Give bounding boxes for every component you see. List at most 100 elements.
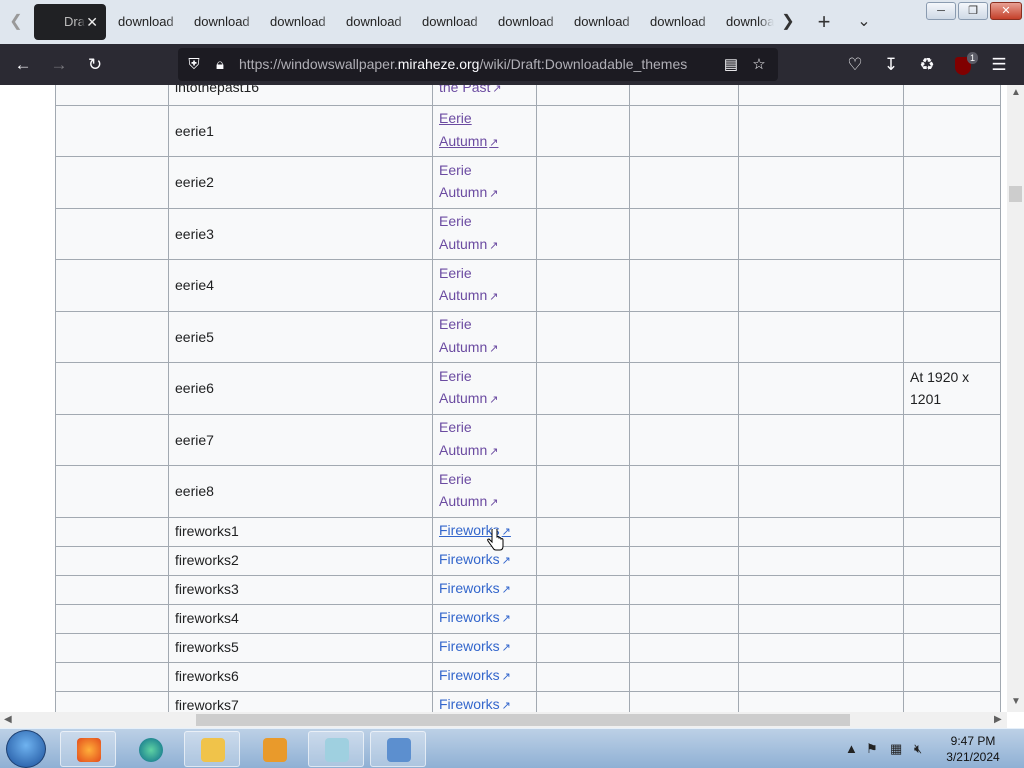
tab-background[interactable]: download [340,4,416,40]
note-cell [903,413,1001,466]
new-tab-icon[interactable]: + [810,8,838,36]
theme-link[interactable]: Eerie Autumn ↗ [439,471,498,510]
table-row: eerie1 Eerie Autumn ↗ [55,104,1001,157]
ublock-origin-icon[interactable]: 1 [948,50,978,80]
tab-scroll-left-icon[interactable]: ❮ [2,8,30,36]
hamburger-menu-icon[interactable]: ☰ [984,50,1014,80]
file-explorer-taskbar-icon[interactable] [184,731,240,767]
back-icon[interactable]: ← [8,50,38,80]
tab-close-icon[interactable]: ✕ [86,4,98,40]
external-link-icon: ↗ [489,188,499,201]
theme-link[interactable]: Eerie Autumn ↗ [439,162,498,201]
theme-link[interactable]: Eerie Autumn ↗ [439,213,498,252]
tab-background[interactable]: downloa [720,4,774,40]
theme-link[interactable]: Eerie Autumn ↗ [439,110,498,149]
theme-link[interactable]: Eerie Autumn ↗ [439,419,498,458]
theme-link[interactable]: Fireworks ↗ [439,638,511,654]
theme-name: eerie2 [175,174,214,190]
external-link-icon: ↗ [489,497,499,510]
table-row: intothepast16 the Past ↗ [55,85,1001,106]
tab-background[interactable]: download [188,4,264,40]
clock-time: 9:47 PM [950,734,996,748]
table-row: fireworks7 Fireworks ↗ [55,690,1001,712]
theme-link[interactable]: Eerie Autumn ↗ [439,368,498,407]
theme-link[interactable]: Eerie Autumn ↗ [439,316,498,355]
scroll-up-icon[interactable]: ▲ [1011,87,1021,98]
show-hidden-icons[interactable]: ▲ [845,741,858,756]
theme-name: eerie3 [175,225,214,242]
tracking-protection-shield-icon[interactable]: ⛨ [180,50,208,79]
minimize-button[interactable]: ─ [926,2,956,20]
theme-link[interactable]: the Past ↗ [439,85,502,95]
control-panel-taskbar-icon[interactable] [370,731,426,767]
tab-background[interactable]: download [568,4,644,40]
reload-icon[interactable]: ↻ [80,50,110,80]
scroll-down-icon[interactable]: ▼ [1011,696,1021,707]
tab-label: download [194,14,250,29]
tab-background[interactable]: download [264,4,340,40]
tab-label: download [422,14,478,29]
table-row: eerie7 Eerie Autumn ↗ [55,413,1001,466]
url-text[interactable]: https://windowswallpaper.miraheze.org/wi… [239,48,687,81]
vertical-scrollbar[interactable]: ▲ ▼ [1007,85,1024,712]
vertical-scroll-thumb[interactable] [1009,186,1022,202]
tab-background[interactable]: download [416,4,492,40]
horizontal-scroll-thumb[interactable] [196,714,850,726]
edge-taskbar-icon[interactable] [122,731,178,767]
url-domain: miraheze.org [397,56,480,72]
table-row: eerie5 Eerie Autumn ↗ [55,310,1001,363]
theme-link[interactable]: Eerie Autumn ↗ [439,265,498,304]
external-link-icon: ↗ [489,239,499,252]
tab-label: download [118,14,174,29]
network-icon[interactable]: ▦ [890,741,902,757]
theme-name: eerie1 [175,122,214,139]
external-link-icon: ↗ [489,342,499,355]
theme-name: eerie6 [175,380,214,396]
address-bar[interactable]: ⛨ 🔒︎ https://windowswallpaper.miraheze.o… [178,48,778,81]
theme-link[interactable]: Fireworks ↗ [439,696,511,712]
theme-link[interactable]: Fireworks ↗ [439,580,511,596]
theme-link[interactable]: Fireworks ↗ [439,609,511,625]
browser-window: ❮ Dra ✕ download download download downl… [0,0,1024,768]
bookmark-star-icon[interactable]: ☆ [745,50,773,79]
scroll-right-icon[interactable]: ▶ [994,714,1002,725]
navigation-toolbar: ← → ↻ ⛨ 🔒︎ https://windowswallpaper.mira… [0,44,1024,85]
notepad-taskbar-icon[interactable] [308,731,364,767]
lock-icon[interactable]: 🔒︎ [206,50,234,79]
restore-button[interactable]: ❐ [958,2,988,20]
tab-background[interactable]: download [644,4,720,40]
table-row: fireworks1 Fireworks ↗ [55,516,1001,547]
external-link-icon: ↗ [501,642,511,655]
forward-icon[interactable]: → [44,50,74,80]
list-all-tabs-icon[interactable]: ⌄ [850,8,878,36]
note-cell: At 1920 x 1201 [903,362,1001,415]
tab-active[interactable]: Dra ✕ [34,4,106,40]
note-cell [903,104,1001,157]
extensions-icon[interactable]: ♻ [912,50,942,80]
firefox-taskbar-icon[interactable] [60,731,116,767]
horizontal-scrollbar[interactable]: ◀ ▶ [0,712,1007,728]
close-window-button[interactable]: ✕ [990,2,1022,20]
external-link-icon: ↗ [489,291,499,304]
start-button-windows-icon[interactable] [6,730,46,768]
tab-label: download [270,14,326,29]
downloads-icon[interactable]: ↧ [876,50,906,80]
reader-view-icon[interactable]: ▤ [717,50,745,79]
tab-background[interactable]: download [112,4,188,40]
system-clock[interactable]: 9:47 PM 3/21/2024 [940,733,1006,765]
tab-background[interactable]: download [492,4,568,40]
theme-name: eerie8 [175,483,214,499]
action-center-flag-icon[interactable]: ⚑ [866,741,878,757]
url-prefix: https://windowswallpaper. [239,56,398,72]
url-path: /wiki/Draft:Downloadable_themes [479,56,688,72]
volume-muted-icon[interactable]: 🔇︎ [914,741,922,757]
note-line: 1201 [910,391,942,408]
scroll-left-icon[interactable]: ◀ [4,714,12,725]
external-link-icon: ↗ [489,394,499,407]
tab-scroll-right-icon[interactable]: ❯ [774,8,802,36]
pocket-icon[interactable]: ♡ [840,50,870,80]
media-player-taskbar-icon[interactable] [246,731,302,767]
theme-link[interactable]: Fireworks ↗ [439,667,511,683]
external-link-icon: ↗ [501,613,511,626]
table-row: eerie8 Eerie Autumn ↗ [55,465,1001,518]
